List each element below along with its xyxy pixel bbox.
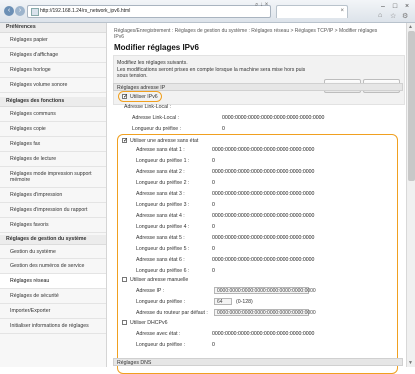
sidebar-item-fax[interactable]: Réglages fax	[0, 137, 106, 152]
forward-icon[interactable]: ›	[15, 6, 25, 16]
dhcp-prefix-label: Longueur du préfixe :	[136, 342, 186, 348]
maximize-icon[interactable]: □	[390, 3, 400, 11]
scroll-down-icon[interactable]: ▼	[408, 360, 413, 366]
browser-titlebar: ‹ › http://192.168.1.24/rs_network_ipv6.…	[0, 0, 415, 23]
sidebar-item-papier[interactable]: Réglages papier	[0, 33, 106, 48]
stateless-row-value: 0	[212, 268, 215, 274]
close-window-icon[interactable]: ×	[402, 3, 412, 11]
sidebar-item-impression-rapport[interactable]: Réglages d'impression du rapport	[0, 203, 106, 218]
description-text: Modifiez les réglages suivants. Les modi…	[117, 60, 306, 79]
minimize-icon[interactable]: –	[378, 3, 388, 11]
use-manual-checkbox[interactable]	[122, 277, 127, 282]
stateless-row-label: Longueur du préfixe 3 :	[136, 202, 190, 208]
sidebar-item-horloge[interactable]: Réglages horloge	[0, 63, 106, 78]
page-title: Modifier réglages IPv6	[114, 43, 199, 52]
stateless-row-value: 0	[212, 246, 215, 252]
stateless-row-label: Longueur du préfixe 5 :	[136, 246, 190, 252]
stateless-row-label: Adresse sans état 3 :	[136, 191, 185, 197]
stateless-row-label: Adresse sans état 2 :	[136, 169, 185, 175]
sidebar-group-preferences: Préférences	[0, 23, 106, 33]
main-content: Réglages/Enregistrement : Réglages de ge…	[110, 23, 406, 374]
link-local-prefix-label: Longueur du préfixe :	[132, 126, 182, 132]
manual-prefix-input[interactable]: 64	[214, 298, 232, 305]
back-icon[interactable]: ‹	[4, 6, 14, 16]
settings-icon[interactable]: ⚙	[402, 12, 408, 20]
sidebar: Préférences Réglages papier Réglages d'a…	[0, 23, 107, 367]
stateless-row-value: 0000:0000:0000:0000:0000:0000:0000:0000	[212, 257, 315, 263]
dhcp-address-value: 0000:0000:0000:0000:0000:0000:0000:0000	[212, 331, 315, 337]
address-tools-icons[interactable]: ⌕ ↓ ×	[255, 2, 268, 9]
address-bar[interactable]: http://192.168.1.24/rs_network_ipv6.html	[27, 5, 271, 18]
stateless-row-value: 0	[212, 180, 215, 186]
stateless-row-label: Longueur du préfixe 6 :	[136, 268, 190, 274]
favorites-icon[interactable]: ☆	[390, 12, 396, 20]
stateless-row-value: 0	[212, 202, 215, 208]
manual-ip-input[interactable]: 0000:0000:0000:0000:0000:0000:0000:0000	[214, 287, 316, 294]
use-dhcpv6-label: Utiliser DHCPv6	[130, 320, 168, 326]
stateless-row-label: Adresse sans état 4 :	[136, 213, 185, 219]
stateless-row-label: Longueur du préfixe 1 :	[136, 158, 190, 164]
stateless-row-value: 0000:0000:0000:0000:0000:0000:0000:0000	[212, 147, 315, 153]
dhcp-address-label: Adresse avec état :	[136, 331, 181, 337]
stateless-row-value: 0	[212, 224, 215, 230]
manual-prefix-hint: (0-128)	[236, 299, 253, 305]
sidebar-item-reseau[interactable]: Réglages réseau	[0, 274, 106, 289]
sidebar-item-affichage[interactable]: Réglages d'affichage	[0, 48, 106, 63]
stateless-row-label: Longueur du préfixe 2 :	[136, 180, 190, 186]
sidebar-item-communs[interactable]: Réglages communs	[0, 107, 106, 122]
link-local-address-value: 0000:0000:0000:0000:0000:0000:0000:0000	[222, 115, 325, 121]
use-stateless-checkbox[interactable]	[122, 137, 128, 144]
sidebar-item-favoris[interactable]: Réglages favoris	[0, 218, 106, 233]
use-ipv6-label: Utiliser IPv6	[130, 94, 158, 100]
manual-gateway-label: Adresse du routeur par défaut :	[136, 310, 208, 316]
sidebar-item-gestion-systeme[interactable]: Gestion du système	[0, 245, 106, 259]
scroll-up-icon[interactable]: ▲	[408, 24, 413, 30]
stateless-row-value: 0000:0000:0000:0000:0000:0000:0000:0000	[212, 191, 315, 197]
manual-ip-label: Adresse IP :	[136, 288, 165, 294]
stateless-row-value: 0000:0000:0000:0000:0000:0000:0000:0000	[212, 169, 315, 175]
use-dhcpv6-checkbox[interactable]	[122, 320, 127, 325]
use-ipv6-checkbox[interactable]	[122, 93, 128, 100]
sidebar-item-securite[interactable]: Réglages de sécurité	[0, 289, 106, 304]
close-tab-icon[interactable]: ×	[340, 8, 344, 14]
sidebar-item-lecture[interactable]: Réglages de lecture	[0, 152, 106, 167]
sidebar-item-copie[interactable]: Réglages copie	[0, 122, 106, 137]
use-manual-label: Utiliser adresse manuelle	[130, 277, 189, 283]
sidebar-item-volume[interactable]: Réglages volume sonore	[0, 78, 106, 93]
sidebar-item-impression[interactable]: Réglages d'impression	[0, 188, 106, 203]
sidebar-group-fonctions: Réglages des fonctions	[0, 97, 106, 107]
home-icon[interactable]: ⌂	[378, 12, 382, 19]
url-text: http://192.168.1.24/rs_network_ipv6.html	[40, 8, 131, 14]
stateless-row-label: Adresse sans état 1 :	[136, 147, 185, 153]
stateless-row-label: Adresse sans état 6 :	[136, 257, 185, 263]
link-local-heading: Adresse Link-Local :	[124, 104, 171, 110]
sidebar-item-numeros-service[interactable]: Gestion des numéros de service	[0, 259, 106, 274]
scroll-thumb[interactable]	[408, 31, 415, 181]
stateless-row-value: 0	[212, 158, 215, 164]
sidebar-group-gestion: Réglages de gestion du système	[0, 235, 106, 245]
dhcp-prefix-value: 0	[212, 342, 215, 348]
manual-prefix-label: Longueur du préfixe :	[136, 299, 186, 305]
stateless-row-label: Longueur du préfixe 4 :	[136, 224, 190, 230]
breadcrumb: Réglages/Enregistrement : Réglages de ge…	[114, 28, 378, 40]
link-local-address-label: Adresse Link-Local :	[132, 115, 179, 121]
sidebar-item-impression-memoire[interactable]: Réglages mode impression support mémoire	[0, 167, 106, 188]
stateless-row-value: 0000:0000:0000:0000:0000:0000:0000:0000	[212, 213, 315, 219]
ip-address-section-header: Réglages adresse IP	[113, 83, 403, 91]
use-stateless-label: Utiliser une adresse sans état	[130, 138, 199, 144]
page-icon	[31, 8, 39, 16]
sidebar-item-import-export[interactable]: Importer/Exporter	[0, 304, 106, 319]
stateless-row-label: Adresse sans état 5 :	[136, 235, 185, 241]
page-scrollbar[interactable]: ▲ ▼	[406, 23, 415, 367]
sidebar-item-initialiser[interactable]: Initialiser informations de réglages	[0, 319, 106, 334]
browser-tab[interactable]: ×	[276, 5, 348, 18]
link-local-prefix-value: 0	[222, 126, 225, 132]
dns-section-header: Réglages DNS	[113, 358, 403, 366]
manual-gateway-input[interactable]: 0000:0000:0000:0000:0000:0000:0000:0000	[214, 309, 316, 316]
stateless-row-value: 0000:0000:0000:0000:0000:0000:0000:0000	[212, 235, 315, 241]
